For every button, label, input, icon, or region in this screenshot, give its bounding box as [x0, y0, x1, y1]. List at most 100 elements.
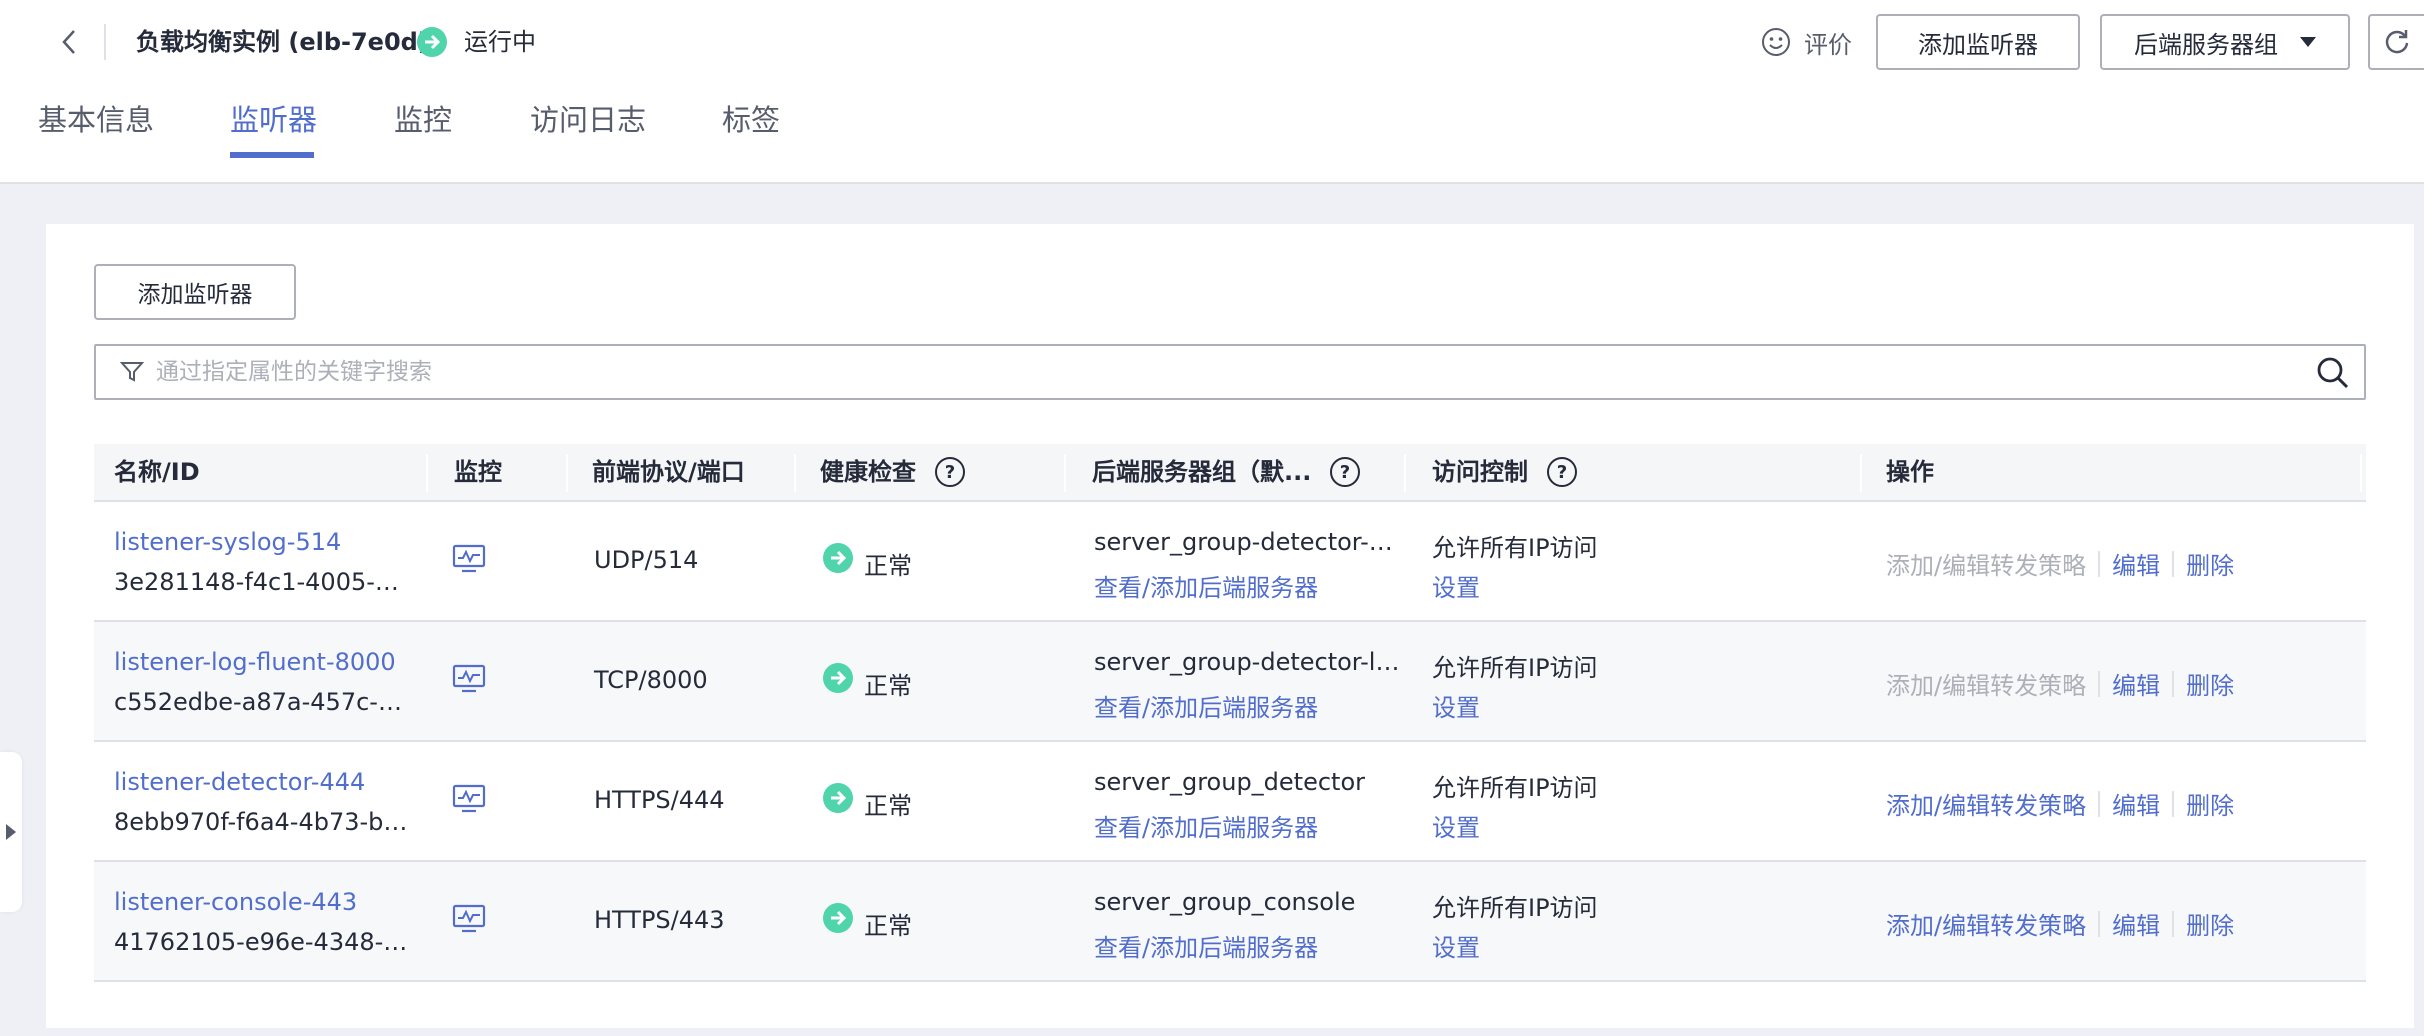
row-operations: 添加/编辑转发策略 编辑 删除 — [1886, 666, 2234, 701]
op-separator — [2172, 550, 2175, 577]
monitor-icon[interactable] — [452, 544, 486, 574]
tab-tags[interactable]: 标签 — [722, 92, 780, 158]
health-status: 正常 — [864, 792, 912, 820]
caret-down-icon — [2300, 37, 2316, 47]
col-access-control: 访问控制 ? — [1432, 444, 1578, 500]
monitor-icon[interactable] — [452, 904, 486, 934]
delete-link[interactable]: 删除 — [2186, 666, 2234, 701]
health-status: 正常 — [864, 672, 912, 700]
monitor-icon[interactable] — [452, 664, 486, 694]
delete-link[interactable]: 删除 — [2186, 546, 2234, 581]
col-separator — [1064, 454, 1066, 492]
col-health-check: 健康检查 ? — [820, 444, 966, 500]
listeners-panel: 添加监听器 名称/ID 监控 前端协议/端口 健康检查 ? — [46, 224, 2414, 1028]
col-backend-group: 后端服务器组（默... ? — [1092, 444, 1361, 500]
op-separator — [2098, 670, 2101, 697]
protocol-port: HTTPS/443 — [594, 906, 725, 934]
status-text: 运行中 — [464, 28, 536, 56]
col-monitor: 监控 — [454, 444, 502, 500]
listener-name-link[interactable]: listener-detector-444 — [114, 768, 365, 796]
listener-name-link[interactable]: listener-log-fluent-8000 — [114, 648, 396, 676]
tab-monitoring[interactable]: 监控 — [394, 92, 452, 158]
backend-group-label: 后端服务器组 — [2134, 30, 2278, 59]
refresh-button[interactable] — [2368, 14, 2424, 70]
listener-id: 3e281148-f4c1-4005-9bc... — [114, 568, 414, 596]
view-add-backend-link[interactable]: 查看/添加后端服务器 — [1094, 568, 1318, 603]
forward-policy-link[interactable]: 添加/编辑转发策略 — [1886, 906, 2086, 941]
help-icon[interactable]: ? — [1329, 456, 1361, 488]
top-bar: 负载均衡实例 (elb-7e0d) 运行中 评价 添加监听器 后端服务器组 基本… — [0, 0, 2424, 184]
listener-name-link[interactable]: listener-syslog-514 — [114, 528, 341, 556]
health-ok-icon — [823, 663, 853, 693]
table-header: 名称/ID 监控 前端协议/端口 健康检查 ? 后端服务器组（默... ? 访问… — [94, 444, 2366, 502]
delete-link[interactable]: 删除 — [2186, 786, 2234, 821]
access-control-text: 允许所有IP访问 — [1432, 774, 1598, 802]
table-row: listener-detector-444 8ebb970f-f6a4-4b73… — [94, 742, 2366, 862]
expand-arrow-icon — [6, 824, 16, 840]
col-separator — [1404, 454, 1406, 492]
protocol-port: HTTPS/444 — [594, 786, 725, 814]
health-status: 正常 — [864, 552, 912, 580]
smile-icon — [1762, 28, 1790, 56]
col-separator — [566, 454, 568, 492]
access-control-text: 允许所有IP访问 — [1432, 654, 1598, 682]
help-icon[interactable]: ? — [934, 456, 966, 488]
filter-icon[interactable] — [120, 360, 144, 384]
back-icon — [62, 30, 75, 54]
row-operations: 添加/编辑转发策略 编辑 删除 — [1886, 786, 2234, 821]
monitor-icon[interactable] — [452, 784, 486, 814]
listeners-table: 名称/ID 监控 前端协议/端口 健康检查 ? 后端服务器组（默... ? 访问… — [94, 444, 2366, 982]
add-listener-top-button[interactable]: 添加监听器 — [1876, 14, 2080, 70]
help-icon[interactable]: ? — [1546, 456, 1578, 488]
delete-link[interactable]: 删除 — [2186, 906, 2234, 941]
listener-id: 8ebb970f-f6a4-4b73-b15... — [114, 808, 414, 836]
svg-text:?: ? — [1340, 462, 1350, 483]
edit-link[interactable]: 编辑 — [2112, 786, 2160, 821]
health-status: 正常 — [864, 912, 912, 940]
forward-policy-link: 添加/编辑转发策略 — [1886, 552, 2087, 580]
op-separator — [2098, 790, 2101, 817]
search-bar — [94, 344, 2366, 400]
tab-basic-info[interactable]: 基本信息 — [38, 92, 154, 158]
edit-link[interactable]: 编辑 — [2112, 906, 2160, 941]
edit-link[interactable]: 编辑 — [2112, 666, 2160, 701]
active-tab-indicator — [230, 152, 314, 158]
health-ok-icon — [823, 783, 853, 813]
svg-text:?: ? — [1557, 462, 1567, 483]
col-name-id-label: 名称/ID — [114, 458, 200, 486]
col-separator — [426, 454, 428, 492]
listener-id: c552edbe-a87a-457c-93... — [114, 688, 414, 716]
access-control-settings-link[interactable]: 设置 — [1432, 808, 1480, 843]
listener-name-link[interactable]: listener-console-443 — [114, 888, 357, 916]
access-control-settings-link[interactable]: 设置 — [1432, 568, 1480, 603]
listener-id: 41762105-e96e-4348-b3... — [114, 928, 414, 956]
back-button[interactable] — [52, 22, 88, 62]
add-listener-button[interactable]: 添加监听器 — [94, 264, 296, 320]
forward-policy-link[interactable]: 添加/编辑转发策略 — [1886, 786, 2086, 821]
access-control-text: 允许所有IP访问 — [1432, 894, 1598, 922]
health-ok-icon — [823, 903, 853, 933]
tab-access-logs[interactable]: 访问日志 — [530, 92, 646, 158]
svg-text:?: ? — [945, 462, 955, 483]
sidebar-expand-handle[interactable] — [0, 752, 22, 912]
tab-listeners[interactable]: 监听器 — [230, 92, 317, 158]
rate-button[interactable]: 评价 — [1760, 22, 1852, 62]
title-divider — [104, 24, 106, 60]
col-name-id: 名称/ID — [114, 444, 200, 500]
access-control-settings-link[interactable]: 设置 — [1432, 688, 1480, 723]
health-ok-icon — [823, 543, 853, 573]
backend-group-dropdown[interactable]: 后端服务器组 — [2100, 14, 2350, 70]
view-add-backend-link[interactable]: 查看/添加后端服务器 — [1094, 688, 1318, 723]
search-input[interactable] — [156, 354, 2276, 390]
table-row: listener-log-fluent-8000 c552edbe-a87a-4… — [94, 622, 2366, 742]
col-separator — [1860, 454, 1862, 492]
backend-group-name: server_group-detector-sys... — [1094, 528, 1400, 556]
search-icon[interactable] — [2316, 356, 2350, 390]
access-control-settings-link[interactable]: 设置 — [1432, 928, 1480, 963]
op-separator — [2098, 910, 2101, 937]
op-separator — [2172, 670, 2175, 697]
edit-link[interactable]: 编辑 — [2112, 546, 2160, 581]
view-add-backend-link[interactable]: 查看/添加后端服务器 — [1094, 928, 1318, 963]
col-monitor-label: 监控 — [454, 458, 502, 486]
view-add-backend-link[interactable]: 查看/添加后端服务器 — [1094, 808, 1318, 843]
